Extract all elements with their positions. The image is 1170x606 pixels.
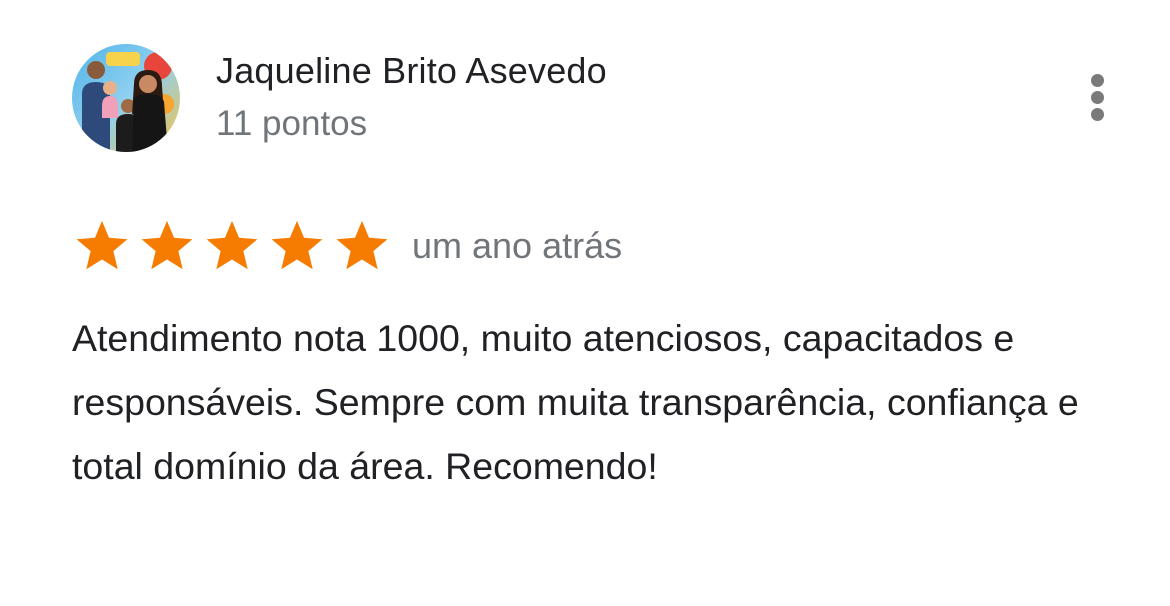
star-icon: [271, 220, 323, 270]
star-rating: [72, 217, 397, 275]
review-date: um ano atrás: [412, 225, 623, 266]
review-card: Jaqueline Brito Asevedo 11 pontos um ano…: [0, 0, 1170, 606]
more-options-button[interactable]: [1078, 66, 1118, 130]
star-icon: [76, 220, 128, 270]
rating-row: um ano atrás: [72, 214, 622, 278]
avatar[interactable]: [72, 44, 180, 152]
reviewer-name[interactable]: Jaqueline Brito Asevedo: [216, 50, 607, 92]
star-icon: [141, 220, 193, 270]
reviewer-points: 11 pontos: [216, 104, 368, 143]
star-icon: [336, 220, 388, 270]
review-text: Atendimento nota 1000, muito atenciosos,…: [72, 317, 1079, 487]
avatar-photo: [72, 44, 180, 152]
star-icon: [206, 220, 258, 270]
